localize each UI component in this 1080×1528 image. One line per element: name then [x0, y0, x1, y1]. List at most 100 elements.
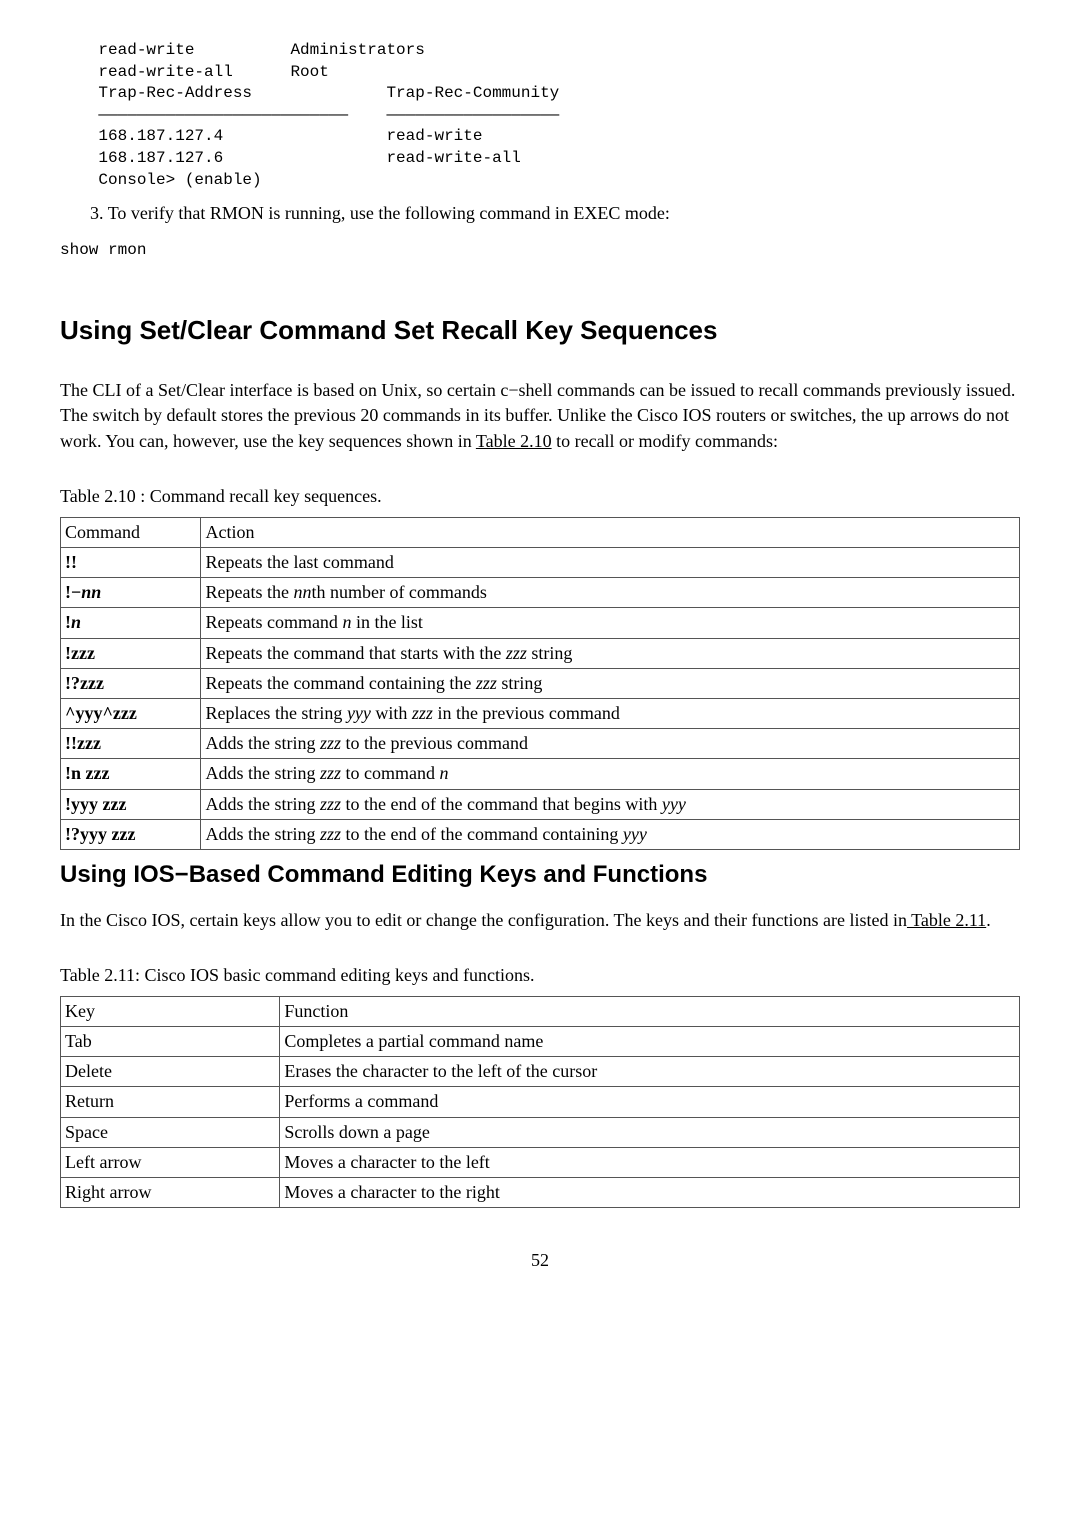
table-row: Left arrow Moves a character to the left — [61, 1147, 1020, 1177]
t: to the previous command — [341, 733, 528, 753]
t: in the list — [351, 612, 423, 632]
t: Adds the string — [205, 763, 320, 783]
t: Adds the string — [205, 824, 320, 844]
t: yyy — [662, 794, 686, 814]
page-number: 52 — [60, 1248, 1020, 1273]
function-cell: Moves a character to the right — [280, 1178, 1020, 1208]
table-row: Delete Erases the character to the left … — [61, 1057, 1020, 1087]
t: zzz — [412, 703, 433, 723]
section1-paragraph: The CLI of a Set/Clear interface is base… — [60, 378, 1020, 454]
cmd-cell: !− — [65, 582, 81, 602]
col-header-action: Action — [201, 517, 1020, 547]
action-cell: Repeats command n in the list — [201, 608, 1020, 638]
table-row: Right arrow Moves a character to the rig… — [61, 1178, 1020, 1208]
t: Repeats command — [205, 612, 342, 632]
table-row: !−nn Repeats the nnth number of commands — [61, 578, 1020, 608]
t: th number of commands — [311, 582, 486, 602]
t: n — [439, 763, 448, 783]
table-row: Space Scrolls down a page — [61, 1117, 1020, 1147]
cmd-cell-it: n — [71, 612, 81, 632]
t: zzz — [320, 733, 341, 753]
table-210-caption: Table 2.10 : Command recall key sequence… — [60, 484, 1020, 509]
table-row: Tab Completes a partial command name — [61, 1027, 1020, 1057]
t: yyy — [347, 703, 371, 723]
t: to the end of the command that begins wi… — [341, 794, 662, 814]
t: Adds the string — [205, 733, 320, 753]
table-210: Command Action !! Repeats the last comma… — [60, 517, 1020, 850]
function-cell: Moves a character to the left — [280, 1147, 1020, 1177]
t: string — [527, 643, 573, 663]
action-cell: Repeats the command that starts with the… — [201, 638, 1020, 668]
table-211-caption: Table 2.11: Cisco IOS basic command edit… — [60, 963, 1020, 988]
t: in the previous command — [433, 703, 620, 723]
cmd-cell-it: nn — [81, 582, 101, 602]
t: to the end of the command containing — [341, 824, 623, 844]
action-cell: Adds the string zzz to the previous comm… — [201, 729, 1020, 759]
section-setclear-title: Using Set/Clear Command Set Recall Key S… — [60, 312, 1020, 348]
table-row: !!zzz Adds the string zzz to the previou… — [61, 729, 1020, 759]
table-row: Key Function — [61, 996, 1020, 1026]
cmd-cell: !n zzz — [65, 763, 109, 783]
show-rmon-cmd: show rmon — [60, 241, 146, 259]
action-cell: Repeats the last command — [201, 548, 1020, 578]
function-cell: Scrolls down a page — [280, 1117, 1020, 1147]
key-cell: Right arrow — [61, 1178, 280, 1208]
cmd-cell: !?zzz — [65, 673, 104, 693]
key-cell: Delete — [61, 1057, 280, 1087]
action-cell: Repeats the nnth number of commands — [201, 578, 1020, 608]
section2-paragraph: In the Cisco IOS, certain keys allow you… — [60, 908, 1020, 933]
table-row: Return Performs a command — [61, 1087, 1020, 1117]
t: with — [371, 703, 412, 723]
table-row: !yyy zzz Adds the string zzz to the end … — [61, 789, 1020, 819]
section2-para-after: . — [986, 910, 991, 930]
table-row: !?zzz Repeats the command containing the… — [61, 668, 1020, 698]
t: zzz — [320, 824, 341, 844]
t: zzz — [476, 673, 497, 693]
table-row: !! Repeats the last command — [61, 548, 1020, 578]
cmd-cell: !! — [65, 552, 77, 572]
table-211-link[interactable]: Table 2.11 — [907, 910, 986, 930]
table-row: Command Action — [61, 517, 1020, 547]
t: Repeats the — [205, 582, 293, 602]
t: yyy — [623, 824, 647, 844]
col-header-command: Command — [61, 517, 201, 547]
cmd-cell: !zzz — [65, 643, 95, 663]
t: to command — [341, 763, 439, 783]
cmd-cell: ^yyy^zzz — [65, 703, 137, 723]
action-cell: Adds the string zzz to the end of the co… — [201, 789, 1020, 819]
t: zzz — [320, 763, 341, 783]
col-header-key: Key — [61, 996, 280, 1026]
table-210-link[interactable]: Table 2.10 — [476, 431, 552, 451]
t: Repeats the command that starts with the — [205, 643, 505, 663]
cmd-cell: !yyy zzz — [65, 794, 126, 814]
table-row: !n Repeats command n in the list — [61, 608, 1020, 638]
section-iosbased-title: Using IOS−Based Command Editing Keys and… — [60, 858, 1020, 892]
console-output: read-write Administrators read-write-all… — [60, 40, 1020, 191]
col-header-function: Function — [280, 996, 1020, 1026]
key-cell: Return — [61, 1087, 280, 1117]
section1-para-after: to recall or modify commands: — [552, 431, 778, 451]
table-row: ^yyy^zzz Replaces the string yyy with zz… — [61, 699, 1020, 729]
action-cell: Adds the string zzz to command n — [201, 759, 1020, 789]
table-row: !?yyy zzz Adds the string zzz to the end… — [61, 819, 1020, 849]
t: zzz — [320, 794, 341, 814]
table-row: !n zzz Adds the string zzz to command n — [61, 759, 1020, 789]
step-3-text: To verify that RMON is running, use the … — [108, 203, 670, 223]
t: Replaces the string — [205, 703, 346, 723]
action-cell: Replaces the string yyy with zzz in the … — [201, 699, 1020, 729]
cmd-cell: !!zzz — [65, 733, 101, 753]
t: zzz — [506, 643, 527, 663]
cmd-cell: !?yyy zzz — [65, 824, 135, 844]
key-cell: Left arrow — [61, 1147, 280, 1177]
action-cell: Repeats the command containing the zzz s… — [201, 668, 1020, 698]
key-cell: Tab — [61, 1027, 280, 1057]
step-3: 3. To verify that RMON is running, use t… — [90, 201, 1020, 226]
section2-para-before: In the Cisco IOS, certain keys allow you… — [60, 910, 907, 930]
function-cell: Performs a command — [280, 1087, 1020, 1117]
t: nn — [293, 582, 311, 602]
t: Repeats the command containing the — [205, 673, 475, 693]
key-cell: Space — [61, 1117, 280, 1147]
t: string — [497, 673, 543, 693]
function-cell: Erases the character to the left of the … — [280, 1057, 1020, 1087]
t: Adds the string — [205, 794, 320, 814]
